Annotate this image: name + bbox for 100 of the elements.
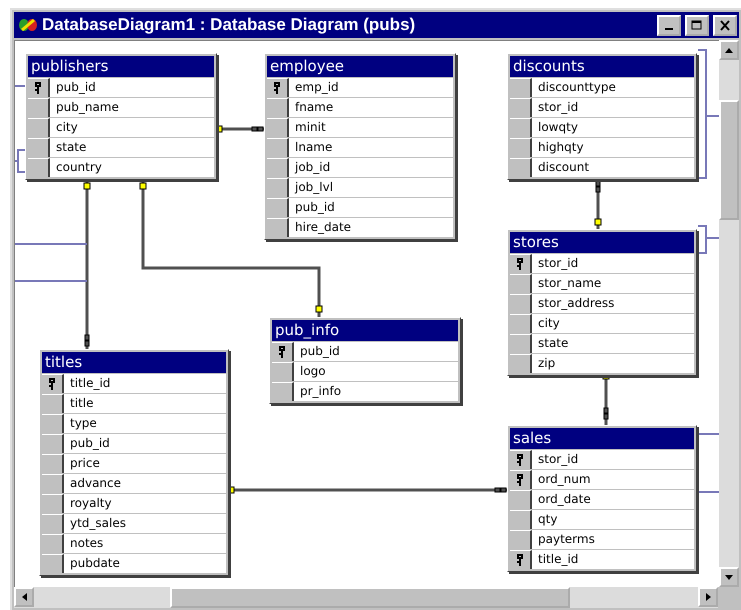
column-name: type [64,414,226,433]
row-selector[interactable] [510,78,532,97]
scroll-down-button[interactable] [719,567,739,587]
row-selector[interactable] [42,374,64,393]
column-name: pub_id [294,342,458,361]
row-selector[interactable] [267,98,289,117]
row-selector[interactable] [28,78,50,97]
close-button[interactable] [713,14,737,36]
column-name: city [50,118,214,137]
window-title: DatabaseDiagram1 : Database Diagram (pubs) [42,15,416,35]
column-name: discounttype [532,78,694,97]
row-selector[interactable] [510,550,532,569]
scroll-thumb[interactable] [719,100,739,220]
column-name: price [64,454,226,473]
horizontal-scrollbar[interactable] [14,587,718,608]
row-selector[interactable] [42,494,64,513]
row-selector[interactable] [510,254,532,273]
column-name: logo [294,362,458,381]
column-name: zip [532,354,694,373]
row-selector[interactable] [28,158,50,177]
column-name: discount [532,158,694,177]
column-name: emp_id [289,78,453,97]
row-selector[interactable] [28,138,50,157]
scroll-left-button[interactable] [14,587,34,607]
maximize-button[interactable] [685,14,709,36]
column-name: pub_id [64,434,226,453]
row-selector[interactable] [510,334,532,353]
row-selector[interactable] [510,98,532,117]
scroll-up-button[interactable] [719,40,739,60]
column-name: highqty [532,138,694,157]
row-selector[interactable] [510,118,532,137]
row-selector[interactable] [42,554,64,573]
row-selector[interactable] [510,294,532,313]
table-card[interactable]: pub_info pub_id logo pr_info [269,317,461,404]
table-title: stores [510,232,694,253]
row-selector[interactable] [510,490,532,509]
row-selector[interactable] [272,382,294,401]
key-icon [516,454,524,466]
table-card[interactable]: sales stor_id ord_num ord_date qty payterms title_id [507,425,697,572]
table-card[interactable]: stores stor_id stor_name stor_address city state zip [507,229,697,376]
column-name: minit [289,118,453,137]
table-card[interactable]: employee emp_id fname minit lname job_id job_lvl pub_id hire_date [264,53,456,240]
row-selector[interactable] [42,534,64,553]
row-selector[interactable] [267,158,289,177]
maximize-icon [691,20,703,30]
row-selector[interactable] [510,470,532,489]
row-selector[interactable] [510,354,532,373]
row-selector[interactable] [42,414,64,433]
row-selector[interactable] [42,394,64,413]
relationship-line [697,225,719,254]
row-selector[interactable] [42,454,64,473]
column-name: pub_id [50,78,214,97]
row-selector[interactable] [510,510,532,529]
column-name: stor_id [532,254,694,273]
column-name: lowqty [532,118,694,137]
column-name: fname [289,98,453,117]
scroll-right-button[interactable] [698,587,718,607]
column-name: ord_date [532,490,694,509]
down-arrow-icon [725,574,733,580]
row-selector[interactable] [267,78,289,97]
row-selector[interactable] [510,450,532,469]
column-name: lname [289,138,453,157]
up-arrow-icon [725,48,733,52]
row-selector[interactable] [510,274,532,293]
row-selector[interactable] [272,342,294,361]
row-selector[interactable] [272,362,294,381]
column-name: pub_id [289,198,453,217]
table-title: discounts [510,56,694,77]
scroll-thumb[interactable] [170,587,570,608]
row-selector[interactable] [510,530,532,549]
relationship-line [15,149,26,173]
key-icon [516,554,524,566]
row-selector[interactable] [42,514,64,533]
row-selector[interactable] [28,118,50,137]
minimize-button[interactable] [657,14,681,36]
column-name: country [50,158,214,177]
row-selector[interactable] [267,118,289,137]
row-selector[interactable] [267,198,289,217]
row-selector[interactable] [267,218,289,237]
row-selector[interactable] [510,138,532,157]
vertical-scrollbar[interactable] [719,40,739,587]
row-selector[interactable] [267,178,289,197]
row-selector[interactable] [42,474,64,493]
column-name: title_id [532,550,694,569]
table-card[interactable]: titles title_id title type pub_id price advance royalty ytd_sales notes pubdate [39,349,229,576]
row-selector[interactable] [42,434,64,453]
row-selector[interactable] [28,98,50,117]
row-selector[interactable] [267,138,289,157]
row-selector[interactable] [510,314,532,333]
key-icon [278,346,286,358]
column-name: pr_info [294,382,458,401]
table-title: employee [267,56,453,77]
table-card[interactable]: publishers pub_id pub_name city state country [25,53,217,180]
table-card[interactable]: discounts discounttype stor_id lowqty highqty discount [507,53,697,180]
minimize-icon [665,28,673,30]
column-name: pub_name [50,98,214,117]
column-name: stor_id [532,450,694,469]
row-selector[interactable] [510,158,532,177]
close-icon [719,20,731,30]
column-name: advance [64,474,226,493]
